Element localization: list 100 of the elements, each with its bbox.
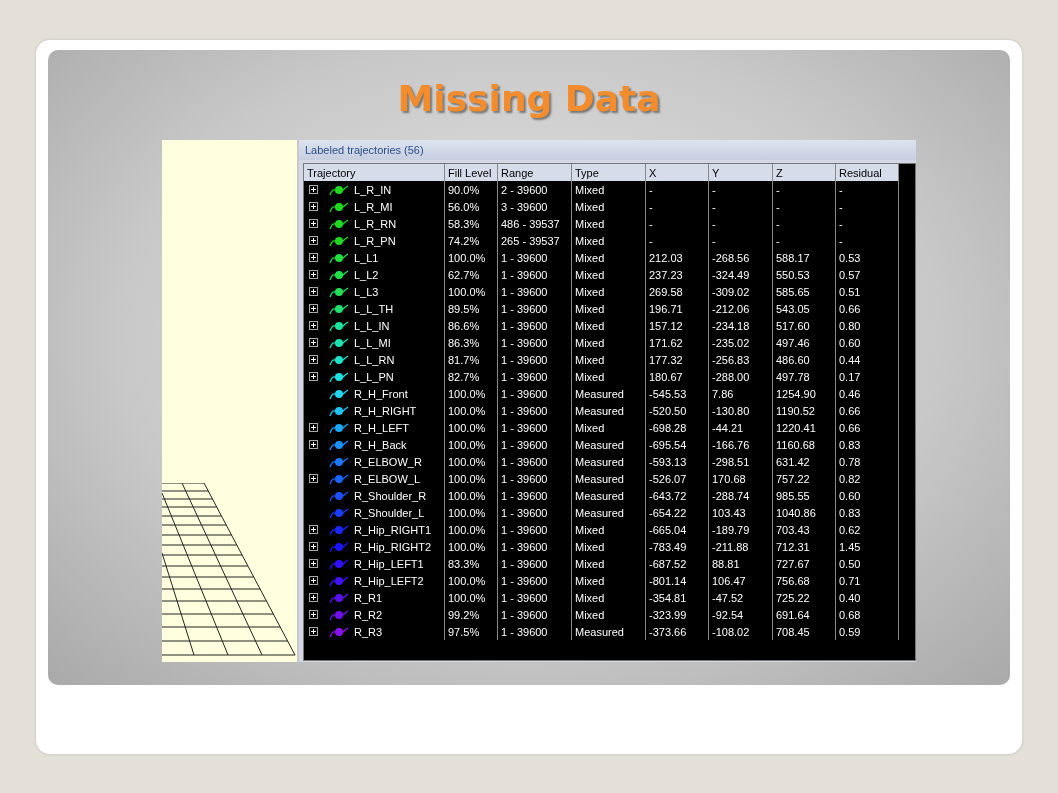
table-cell: -698.28 (649, 421, 687, 434)
trajectory-name[interactable]: L_R_IN (354, 183, 392, 196)
trajectory-name[interactable]: R_Shoulder_L (354, 506, 425, 519)
table-cell: -212.06 (712, 302, 750, 315)
table-cell: - (712, 234, 716, 247)
table-cell: 0.17 (839, 370, 861, 383)
trajectory-name[interactable]: R_H_RIGHT (354, 404, 417, 417)
table-cell: - (776, 183, 780, 196)
table-cell: Measured (575, 472, 624, 485)
table-cell: 727.67 (776, 557, 810, 570)
column-header[interactable]: Type (571, 164, 646, 181)
table-cell: 100.0% (448, 251, 486, 264)
expand-icon[interactable] (309, 610, 318, 619)
table-cell: - (649, 200, 653, 213)
expand-icon[interactable] (309, 372, 318, 381)
trajectory-name[interactable]: R_Hip_RIGHT1 (354, 523, 432, 536)
table-cell: Measured (575, 387, 624, 400)
trajectory-name[interactable]: R_ELBOW_R (354, 455, 422, 468)
expand-icon[interactable] (309, 440, 318, 449)
trajectory-name[interactable]: L_L2 (354, 268, 379, 281)
expand-icon[interactable] (309, 542, 318, 551)
column-header[interactable]: Residual (835, 164, 899, 181)
panel-title: Labeled trajectories (56) (299, 140, 916, 160)
expand-icon[interactable] (309, 525, 318, 534)
expand-icon[interactable] (309, 338, 318, 347)
table-cell: 56.0% (448, 200, 480, 213)
table-cell: 86.3% (448, 336, 480, 349)
table-cell: 58.3% (448, 217, 480, 230)
expand-icon[interactable] (309, 559, 318, 568)
table-cell: 0.50 (839, 557, 861, 570)
expand-icon[interactable] (309, 321, 318, 330)
table-cell: - (839, 234, 843, 247)
trajectory-name[interactable]: R_H_LEFT (354, 421, 410, 434)
expand-icon[interactable] (309, 474, 318, 483)
trajectory-name[interactable]: L_L_MI (354, 336, 391, 349)
table-cell: -695.54 (649, 438, 687, 451)
table-cell: 1220.41 (776, 421, 816, 434)
table-cell: 0.83 (839, 506, 861, 519)
table-cell: 497.78 (776, 370, 810, 383)
trajectory-name[interactable]: R_H_Back (354, 438, 407, 451)
column-header[interactable]: Y (708, 164, 773, 181)
table-cell: 81.7% (448, 353, 480, 366)
table-cell: -643.72 (649, 489, 687, 502)
table-cell: Mixed (575, 234, 605, 247)
trajectory-name[interactable]: L_R_RN (354, 217, 397, 230)
expand-icon[interactable] (309, 423, 318, 432)
trajectory-name[interactable]: L_L_TH (354, 302, 394, 315)
expand-icon[interactable] (309, 202, 318, 211)
column-header[interactable]: X (645, 164, 709, 181)
expand-icon[interactable] (309, 185, 318, 194)
trajectory-name[interactable]: L_L_IN (354, 319, 390, 332)
trajectory-name[interactable]: L_R_PN (354, 234, 396, 247)
column-header[interactable]: Range (497, 164, 572, 181)
table-cell: 1 - 39600 (501, 540, 548, 553)
table-cell: 517.60 (776, 319, 810, 332)
expand-icon[interactable] (309, 627, 318, 636)
trajectory-name[interactable]: R_Hip_RIGHT2 (354, 540, 432, 553)
table-cell: -520.50 (649, 404, 687, 417)
trajectory-name[interactable]: R_R1 (354, 591, 383, 604)
trajectory-name[interactable]: R_ELBOW_L (354, 472, 421, 485)
expand-icon[interactable] (309, 304, 318, 313)
trajectory-name[interactable]: L_L1 (354, 251, 379, 264)
table-cell: - (839, 183, 843, 196)
table-cell: 985.55 (776, 489, 810, 502)
table-cell: 86.6% (448, 319, 480, 332)
table-cell: 550.53 (776, 268, 810, 281)
table-cell: -47.52 (712, 591, 744, 604)
trajectory-name[interactable]: R_H_Front (354, 387, 408, 400)
table-cell: 100.0% (448, 591, 486, 604)
column-header[interactable]: Z (772, 164, 836, 181)
trajectory-name[interactable]: R_Hip_LEFT2 (354, 574, 424, 587)
trajectory-name[interactable]: R_Hip_LEFT1 (354, 557, 424, 570)
table-cell: 1 - 39600 (501, 370, 548, 383)
trajectory-name[interactable]: R_R3 (354, 625, 383, 638)
expand-icon[interactable] (309, 253, 318, 262)
column-header[interactable]: Fill Level (444, 164, 498, 181)
expand-icon[interactable] (309, 593, 318, 602)
trajectory-name[interactable]: L_L3 (354, 285, 379, 298)
expand-icon[interactable] (309, 270, 318, 279)
table-cell: 0.59 (839, 625, 861, 638)
trajectory-name[interactable]: L_L_RN (354, 353, 395, 366)
expand-icon[interactable] (309, 576, 318, 585)
table-cell: 1 - 39600 (501, 319, 548, 332)
trajectory-name[interactable]: R_Shoulder_R (354, 489, 427, 502)
trajectory-name[interactable]: L_L_PN (354, 370, 394, 383)
table-cell: 100.0% (448, 387, 486, 400)
expand-icon[interactable] (309, 355, 318, 364)
expand-icon[interactable] (309, 219, 318, 228)
table-cell: 97.5% (448, 625, 480, 638)
table-cell: 89.5% (448, 302, 480, 315)
expand-icon[interactable] (309, 287, 318, 296)
column-header[interactable]: Trajectory (304, 164, 445, 181)
trajectory-name[interactable]: L_R_MI (354, 200, 393, 213)
expand-icon[interactable] (309, 236, 318, 245)
table-cell: 1040.86 (776, 506, 816, 519)
table-cell: 100.0% (448, 285, 486, 298)
trajectory-name[interactable]: R_R2 (354, 608, 383, 621)
table-cell: - (839, 200, 843, 213)
table-cell: 100.0% (448, 421, 486, 434)
table-cell: -288.74 (712, 489, 750, 502)
